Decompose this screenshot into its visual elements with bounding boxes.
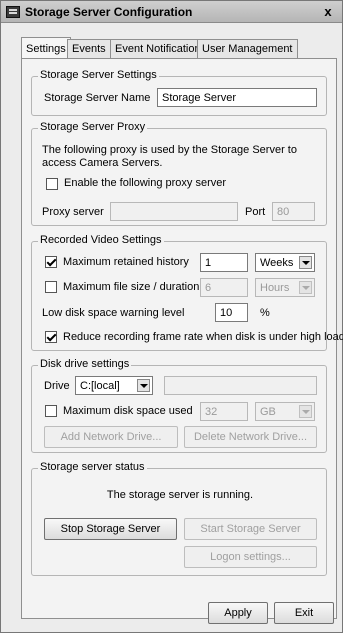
max-history-input[interactable]: 1 <box>200 253 248 272</box>
add-network-drive-button[interactable]: Add Network Drive... <box>44 426 178 448</box>
chevron-down-icon[interactable] <box>137 379 150 392</box>
drive-path-input[interactable] <box>164 376 317 395</box>
apply-button[interactable]: Apply <box>208 602 268 624</box>
storage-settings-legend: Storage Server Settings <box>38 69 159 81</box>
proxy-description: The following proxy is used by the Stora… <box>42 144 297 169</box>
max-history-checkbox[interactable] <box>45 256 57 268</box>
title-bar[interactable]: Storage Server Configuration x <box>1 1 342 23</box>
settings-panel: Storage Server Settings Storage Server N… <box>21 58 343 619</box>
max-filesize-checkbox[interactable] <box>45 281 57 293</box>
chevron-down-icon[interactable] <box>299 281 312 294</box>
stop-server-button[interactable]: Stop Storage Server <box>44 518 177 540</box>
server-status-legend: Storage server status <box>38 461 147 473</box>
exit-button[interactable]: Exit <box>274 602 334 624</box>
port-input[interactable]: 80 <box>272 202 315 221</box>
max-filesize-input[interactable]: 6 <box>200 278 248 297</box>
server-name-label: Storage Server Name <box>44 92 151 104</box>
server-name-input[interactable]: Storage Server <box>157 88 317 107</box>
disk-space-unit-select[interactable]: GB <box>255 402 315 421</box>
drive-label: Drive <box>44 380 70 392</box>
tab-settings[interactable]: Settings <box>21 37 71 60</box>
close-icon[interactable]: x <box>320 4 336 19</box>
recorded-video-group: Recorded Video Settings Maximum retained… <box>31 234 343 351</box>
low-disk-unit: % <box>260 307 270 319</box>
drive-select[interactable]: C:[local] <box>75 376 153 395</box>
drive-select-value: C:[local] <box>80 380 120 392</box>
tab-events[interactable]: Events <box>67 39 111 59</box>
app-window-icon <box>6 6 20 18</box>
storage-settings-group: Storage Server Settings Storage Server N… <box>31 69 327 116</box>
proxy-group: Storage Server Proxy The following proxy… <box>31 121 327 226</box>
chevron-down-icon[interactable] <box>299 405 312 418</box>
filesize-unit-value: Hours <box>260 282 290 294</box>
server-status-group: Storage server status The storage server… <box>31 461 327 576</box>
chevron-down-icon[interactable] <box>299 256 312 269</box>
reduce-framerate-label: Reduce recording frame rate when disk is… <box>63 331 343 343</box>
max-disk-space-checkbox[interactable] <box>45 405 57 417</box>
enable-proxy-label: Enable the following proxy server <box>64 177 227 189</box>
max-disk-space-label: Maximum disk space used <box>63 405 193 417</box>
delete-network-drive-button[interactable]: Delete Network Drive... <box>184 426 317 448</box>
proxy-server-label: Proxy server <box>42 206 104 218</box>
max-filesize-label: Maximum file size / duration <box>63 281 200 293</box>
disk-space-unit-value: GB <box>260 406 276 418</box>
proxy-legend: Storage Server Proxy <box>38 121 148 133</box>
filesize-unit-select[interactable]: Hours <box>255 278 315 297</box>
window-title: Storage Server Configuration <box>25 5 193 19</box>
max-history-label: Maximum retained history <box>63 256 189 268</box>
disk-drive-legend: Disk drive settings <box>38 358 132 370</box>
low-disk-label: Low disk space warning level <box>42 307 185 319</box>
tab-user-management[interactable]: User Management <box>197 39 298 59</box>
start-server-button[interactable]: Start Storage Server <box>184 518 317 540</box>
enable-proxy-checkbox[interactable] <box>46 178 58 190</box>
history-unit-select[interactable]: Weeks <box>255 253 315 272</box>
logon-settings-button[interactable]: Logon settings... <box>184 546 317 568</box>
reduce-framerate-checkbox[interactable] <box>45 331 57 343</box>
tab-event-notification[interactable]: Event Notification <box>110 39 206 59</box>
disk-drive-group: Disk drive settings Drive C:[local] Maxi… <box>31 358 327 453</box>
max-disk-space-input[interactable]: 32 <box>200 402 248 421</box>
server-status-message: The storage server is running. <box>106 489 254 501</box>
proxy-server-input[interactable] <box>110 202 238 221</box>
port-label: Port <box>245 206 266 218</box>
history-unit-value: Weeks <box>260 257 294 269</box>
config-window: Storage Server Configuration x Settings … <box>0 0 343 633</box>
recorded-video-legend: Recorded Video Settings <box>38 234 164 246</box>
low-disk-input[interactable]: 10 <box>215 303 248 322</box>
